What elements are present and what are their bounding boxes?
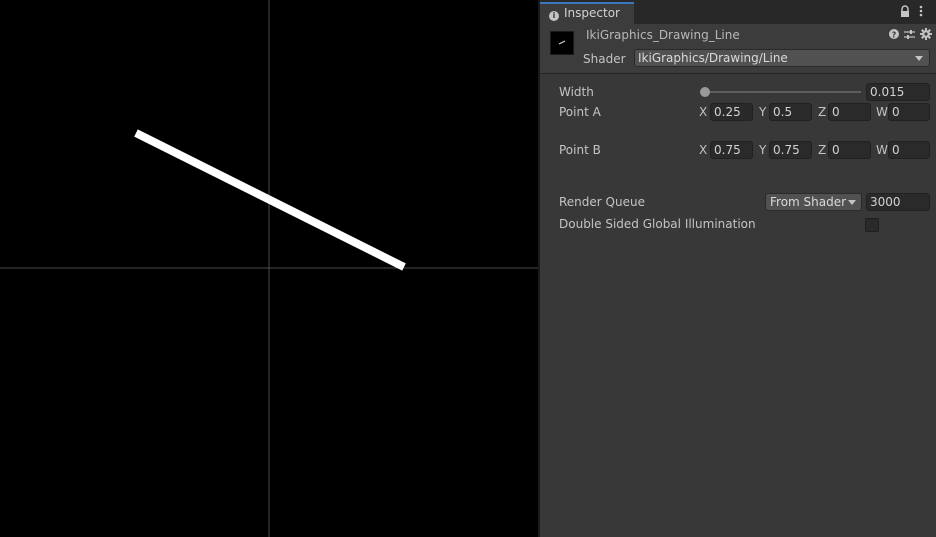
tab-bar: i Inspector [540, 0, 936, 24]
point-a-x-field[interactable]: 0.25 [710, 103, 753, 121]
scene-view[interactable] [0, 0, 538, 537]
shader-label: Shader [583, 52, 626, 66]
material-header: IkiGraphics_Drawing_Line ? Shader IkiGra… [540, 24, 936, 74]
point-b-label: Point B [559, 143, 601, 157]
chevron-down-icon [915, 56, 923, 61]
point-b-y-field[interactable]: 0.75 [769, 141, 812, 159]
point-b-w-label: W [876, 143, 888, 157]
width-slider-track[interactable] [705, 91, 861, 93]
lock-icon[interactable] [899, 5, 911, 19]
point-b-x-field[interactable]: 0.75 [710, 141, 753, 159]
material-preview-thumbnail [550, 31, 574, 55]
shader-value: IkiGraphics/Drawing/Line [638, 51, 788, 65]
point-b-y-label: Y [759, 143, 767, 157]
point-b-x-label: X [699, 143, 708, 157]
preset-icon[interactable] [904, 29, 915, 40]
material-name: IkiGraphics_Drawing_Line [586, 28, 740, 42]
point-b-z-field[interactable]: 0 [828, 141, 871, 159]
point-a-label: Point A [559, 105, 601, 119]
inspector-panel: i Inspector IkiGraphics_Drawing_Line ? S… [540, 0, 936, 537]
point-a-w-field[interactable]: 0 [888, 103, 930, 121]
scene-canvas [0, 0, 538, 537]
double-sided-gi-label: Double Sided Global Illumination [559, 217, 756, 231]
point-a-z-label: Z [818, 105, 827, 119]
point-a-z-field[interactable]: 0 [828, 103, 871, 121]
width-label: Width [559, 85, 594, 99]
shader-dropdown[interactable]: IkiGraphics/Drawing/Line [634, 49, 930, 67]
render-queue-dropdown[interactable]: From Shader [765, 193, 862, 211]
double-sided-gi-checkbox[interactable] [865, 218, 879, 232]
chevron-down-icon [848, 200, 856, 205]
info-icon: i [549, 11, 559, 21]
render-queue-mode: From Shader [770, 195, 847, 209]
kebab-menu-icon[interactable] [918, 4, 924, 18]
point-a-y-label: Y [759, 105, 767, 119]
width-slider-handle[interactable] [700, 87, 710, 97]
point-a-x-label: X [699, 105, 708, 119]
width-field[interactable]: 0.015 [866, 83, 930, 101]
tab-inspector[interactable]: i Inspector [540, 2, 634, 24]
point-a-y-field[interactable]: 0.5 [769, 103, 812, 121]
point-b-w-field[interactable]: 0 [888, 141, 930, 159]
help-icon[interactable]: ? [889, 29, 899, 39]
gear-icon[interactable] [920, 28, 932, 40]
render-queue-field[interactable]: 3000 [866, 193, 930, 211]
drawn-line [134, 129, 406, 271]
point-a-w-label: W [876, 105, 888, 119]
svg-text:?: ? [892, 30, 897, 39]
render-queue-label: Render Queue [559, 195, 645, 209]
tab-label: Inspector [564, 6, 620, 20]
point-b-z-label: Z [818, 143, 827, 157]
